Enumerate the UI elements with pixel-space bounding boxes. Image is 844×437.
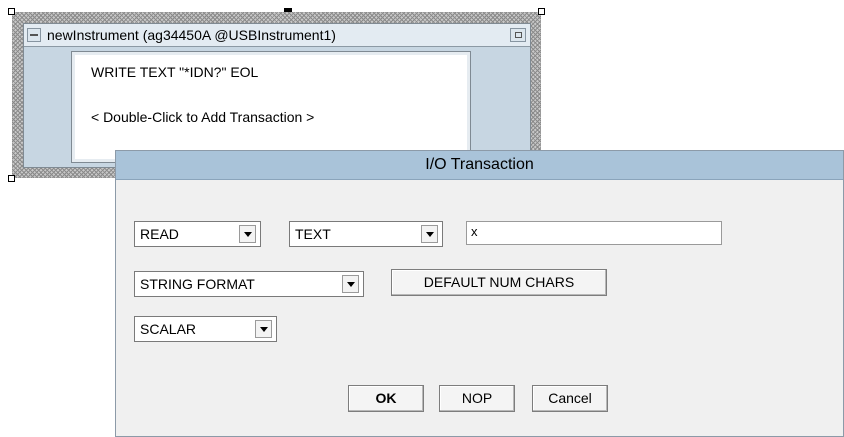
instrument-body: newInstrument (ag34450A @USBInstrument1)… xyxy=(23,23,531,168)
io-transaction-dialog: I/O Transaction READ TEXT x STRING FORMA… xyxy=(115,150,844,437)
resize-handle-top-center[interactable] xyxy=(284,8,292,12)
maximize-icon[interactable] xyxy=(510,28,526,42)
resize-handle-top-left[interactable] xyxy=(8,8,15,15)
cancel-button[interactable]: Cancel xyxy=(532,385,608,412)
transaction-item[interactable]: WRITE TEXT "*IDN?" EOL xyxy=(91,64,258,80)
shape-select[interactable]: SCALAR xyxy=(134,316,277,342)
format-select-value: TEXT xyxy=(295,226,331,242)
add-transaction-placeholder[interactable]: < Double-Click to Add Transaction > xyxy=(91,109,314,125)
ok-button[interactable]: OK xyxy=(348,385,424,412)
default-num-chars-button[interactable]: DEFAULT NUM CHARS xyxy=(391,269,607,296)
type-select-value: STRING FORMAT xyxy=(140,276,255,292)
shape-select-value: SCALAR xyxy=(140,321,197,337)
resize-handle-top-right[interactable] xyxy=(538,8,545,15)
action-select-value: READ xyxy=(140,226,179,242)
instrument-title-bar[interactable]: newInstrument (ag34450A @USBInstrument1) xyxy=(24,24,530,47)
dialog-title: I/O Transaction xyxy=(116,151,843,180)
resize-handle-bottom-left[interactable] xyxy=(8,175,15,182)
chevron-down-icon[interactable] xyxy=(342,275,359,293)
chevron-down-icon[interactable] xyxy=(421,225,438,243)
type-select[interactable]: STRING FORMAT xyxy=(134,271,364,297)
chevron-down-icon[interactable] xyxy=(255,320,272,338)
format-select[interactable]: TEXT xyxy=(289,221,443,247)
action-select[interactable]: READ xyxy=(134,221,261,247)
minimize-icon[interactable] xyxy=(27,28,41,42)
instrument-title: newInstrument (ag34450A @USBInstrument1) xyxy=(47,27,336,43)
chevron-down-icon[interactable] xyxy=(239,225,256,243)
nop-button[interactable]: NOP xyxy=(439,385,515,412)
variable-input[interactable]: x xyxy=(466,221,722,245)
transaction-list[interactable]: WRITE TEXT "*IDN?" EOL < Double-Click to… xyxy=(71,51,471,163)
